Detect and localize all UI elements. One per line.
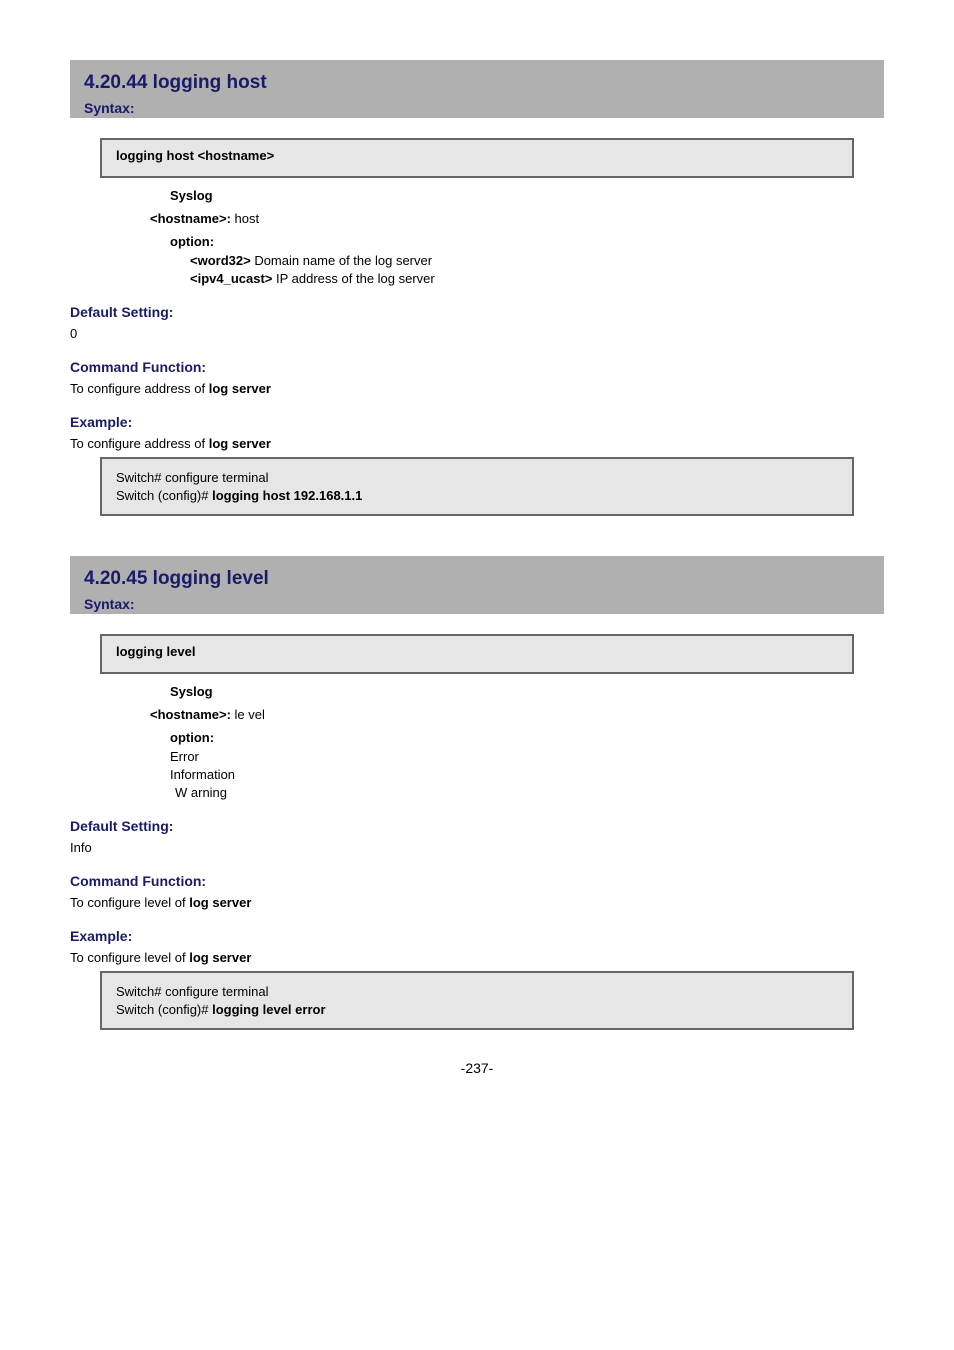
example-suffix-2: log server xyxy=(189,950,251,965)
function-suffix-1: log server xyxy=(209,381,271,396)
code-line-1b: Switch (config)# logging host 192.168.1.… xyxy=(116,488,838,503)
section-title-1: 4.20.44 logging host xyxy=(84,72,870,94)
function-text-2: To configure level of log server xyxy=(70,895,884,910)
option-label-text-1: option: xyxy=(170,234,214,249)
function-text-1: To configure address of log server xyxy=(70,381,884,396)
example-text-1: To configure address of log server xyxy=(70,436,884,451)
option2-desc-1: IP address of the log server xyxy=(272,271,434,286)
hostname-val-1: host xyxy=(235,211,260,226)
syntax-text-2: logging level xyxy=(116,644,195,659)
syslog-group-2: Syslog xyxy=(70,684,884,699)
code-line-2b-prefix: Switch (config)# xyxy=(116,1002,212,1017)
page-content: 4.20.44 logging host Syntax: logging hos… xyxy=(0,0,954,1116)
example-heading-2: Example: xyxy=(70,928,884,944)
option1-desc-1: Domain name of the log server xyxy=(251,253,432,268)
option2-key-1: <ipv4_ucast> xyxy=(190,271,272,286)
function-heading-2: Command Function: xyxy=(70,873,884,889)
code-line-2b: Switch (config)# logging level error xyxy=(116,1002,838,1017)
option-label-text-2: option: xyxy=(170,730,214,745)
syntax-box-2: logging level xyxy=(100,634,854,674)
option-error-2: Error xyxy=(70,749,884,764)
spacer xyxy=(70,526,884,556)
example-suffix-1: log server xyxy=(209,436,271,451)
level-param-2: <hostname>: le vel xyxy=(70,707,884,722)
default-value-1: 0 xyxy=(70,326,884,341)
hostname-key-2: <hostname>: xyxy=(150,707,231,722)
hostname-key-1: <hostname>: xyxy=(150,211,231,226)
syslog-group-1: Syslog xyxy=(70,188,884,203)
example-code-box-2: Switch# configure terminal Switch (confi… xyxy=(100,971,854,1030)
function-suffix-2: log server xyxy=(189,895,251,910)
syntax-heading-2: Syntax: xyxy=(84,596,870,612)
option-label-2: option: xyxy=(70,730,884,745)
code-line-2b-cmd: logging level error xyxy=(212,1002,325,1017)
default-heading-2: Default Setting: xyxy=(70,818,884,834)
section-title-2: 4.20.45 logging level xyxy=(84,568,870,590)
option-warning-2: W arning xyxy=(70,785,884,800)
option-label-1: option: xyxy=(70,234,884,249)
syntax-box-1: logging host <hostname> xyxy=(100,138,854,178)
hostname-param-1: <hostname>: host xyxy=(70,211,884,226)
syslog-group-label-1: Syslog xyxy=(170,188,213,203)
code-line-1b-cmd: logging host 192.168.1.1 xyxy=(212,488,362,503)
code-line-1b-prefix: Switch (config)# xyxy=(116,488,212,503)
example-code-box-1: Switch# configure terminal Switch (confi… xyxy=(100,457,854,516)
example-text-2: To configure level of log server xyxy=(70,950,884,965)
option1-key-1: <word32> xyxy=(190,253,251,268)
example-prefix-2: To configure level of xyxy=(70,950,189,965)
page-number: -237- xyxy=(70,1060,884,1076)
option-info-2: Information xyxy=(70,767,884,782)
code-line-2a: Switch# configure terminal xyxy=(116,984,838,999)
syslog-group-label-2: Syslog xyxy=(170,684,213,699)
example-prefix-1: To configure address of xyxy=(70,436,209,451)
function-prefix-2: To configure level of xyxy=(70,895,189,910)
code-line-1a: Switch# configure terminal xyxy=(116,470,838,485)
option1-1: <word32> Domain name of the log server xyxy=(70,253,884,268)
syntax-heading-1: Syntax: xyxy=(84,100,870,116)
function-prefix-1: To configure address of xyxy=(70,381,209,396)
section-header-1: 4.20.44 logging host Syntax: xyxy=(70,60,884,118)
default-value-2: Info xyxy=(70,840,884,855)
example-heading-1: Example: xyxy=(70,414,884,430)
syntax-text-1: logging host <hostname> xyxy=(116,148,274,163)
default-heading-1: Default Setting: xyxy=(70,304,884,320)
level-val-2: le vel xyxy=(235,707,265,722)
option2-1: <ipv4_ucast> IP address of the log serve… xyxy=(70,271,884,286)
function-heading-1: Command Function: xyxy=(70,359,884,375)
section-header-2: 4.20.45 logging level Syntax: xyxy=(70,556,884,614)
